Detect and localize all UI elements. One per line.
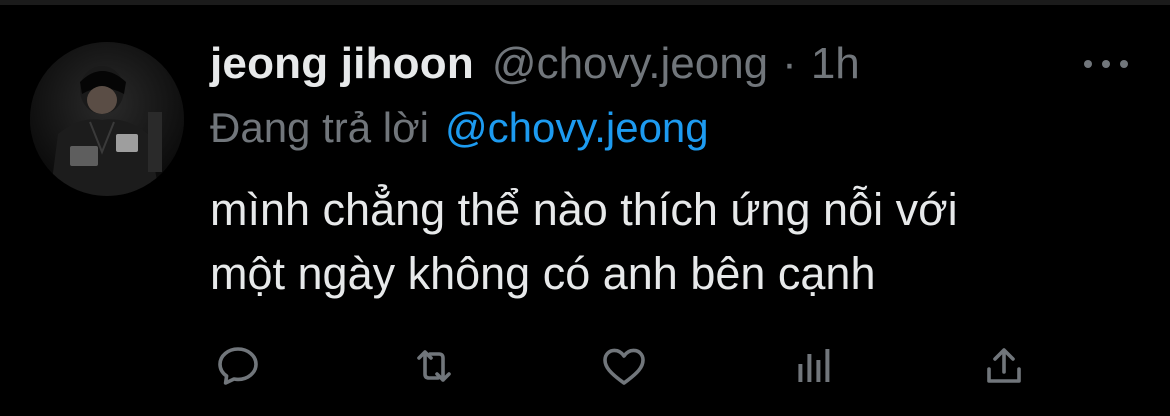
reply-button[interactable]	[208, 336, 268, 396]
tweet-text-line: một ngày không có anh bên cạnh	[210, 248, 876, 299]
timestamp[interactable]: 1h	[811, 39, 860, 89]
action-bar	[0, 336, 1170, 396]
tweet-text-line: mình chẳng thể nào thích ứng nỗi với	[210, 184, 958, 235]
replying-to: Đang trả lời @chovy.jeong	[210, 100, 709, 156]
display-name[interactable]: jeong jihoon	[210, 39, 474, 89]
reply-bubble-icon	[218, 347, 258, 385]
heart-icon	[603, 348, 645, 385]
user-handle[interactable]: @chovy.jeong	[492, 39, 768, 89]
share-button[interactable]	[974, 336, 1034, 396]
avatar[interactable]	[30, 42, 184, 196]
reply-mention-link[interactable]: @chovy.jeong	[445, 104, 709, 152]
more-horizontal-icon[interactable]	[1084, 52, 1128, 76]
separator-dot: ·	[782, 39, 797, 88]
top-divider	[0, 0, 1170, 5]
like-button[interactable]	[594, 336, 654, 396]
tweet-text: mình chẳng thể nào thích ứng nỗi với một…	[210, 178, 1150, 306]
retweet-icon	[417, 350, 451, 382]
replying-to-label: Đang trả lời	[210, 104, 429, 151]
retweet-button[interactable]	[404, 336, 464, 396]
analytics-bars-icon	[798, 349, 830, 382]
tweet-header: jeong jihoon @chovy.jeong · 1h	[210, 36, 860, 92]
share-upload-icon	[987, 348, 1021, 383]
analytics-button[interactable]	[784, 336, 844, 396]
avatar-image	[30, 42, 184, 196]
